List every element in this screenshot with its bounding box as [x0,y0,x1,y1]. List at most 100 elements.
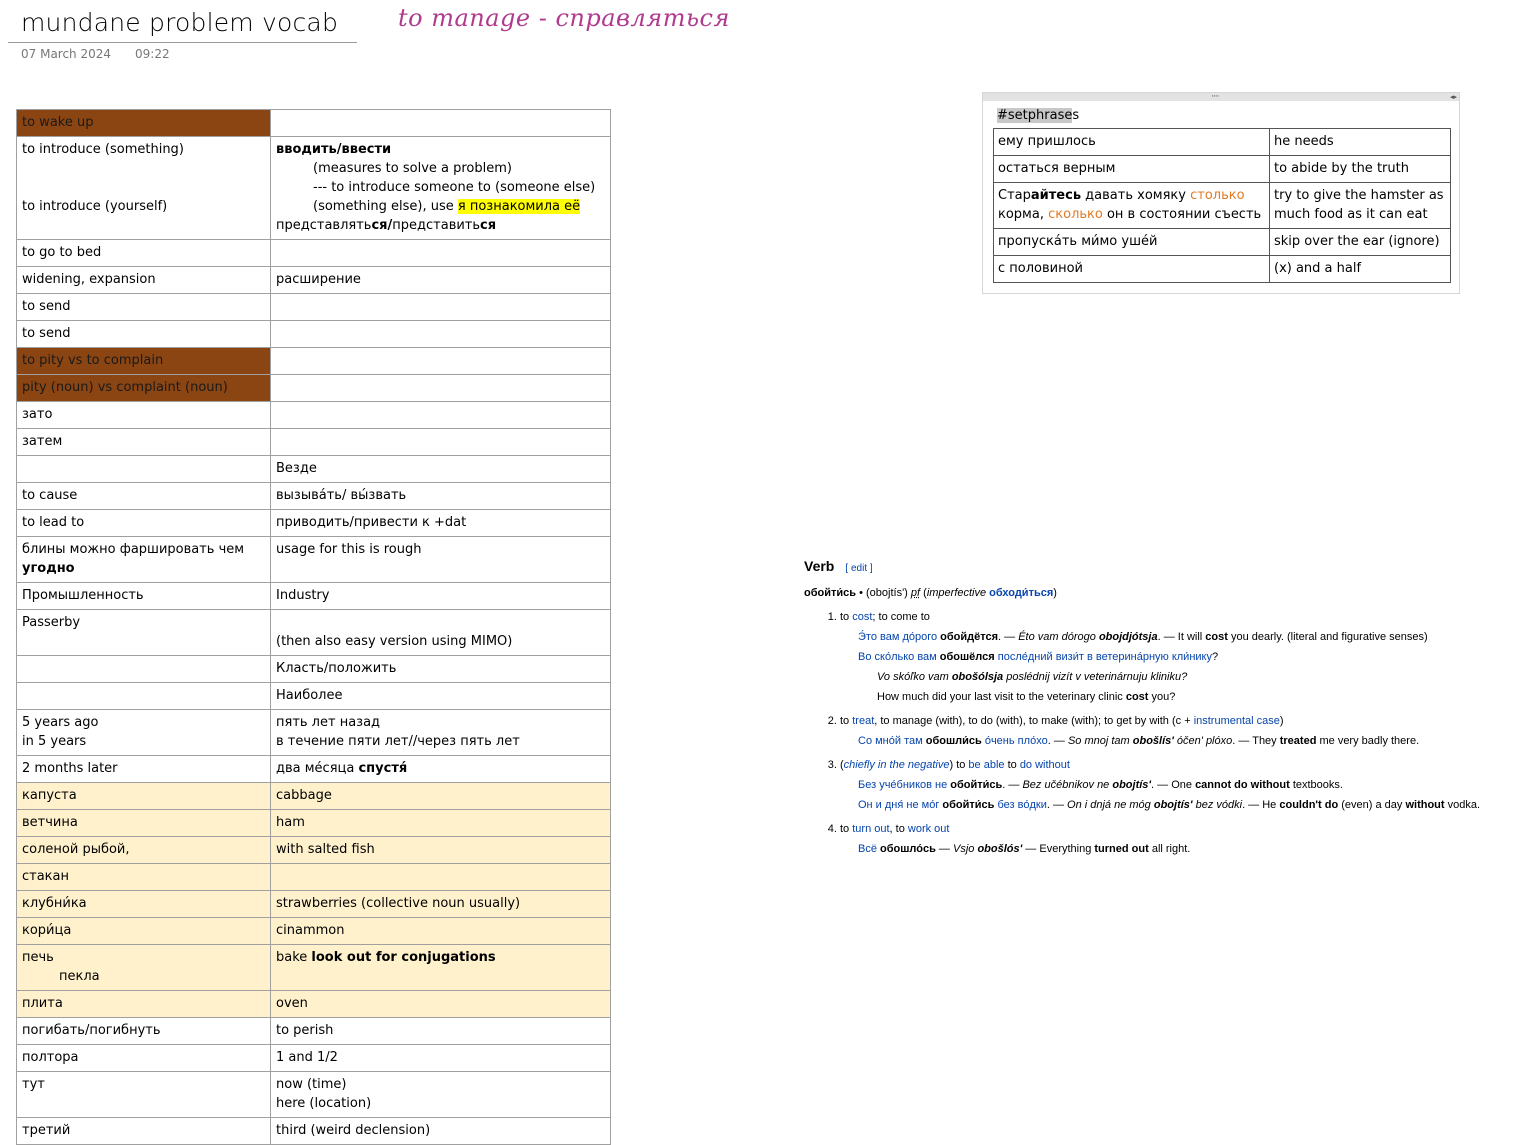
term-cell[interactable]: to lead to [16,509,271,537]
sense-link[interactable]: cost [852,611,872,623]
term-cell[interactable]: to pity vs to complain [16,347,271,375]
definition-cell[interactable]: Наиболее [270,682,611,710]
table-row[interactable]: to lead to приводить/привести к +dat [16,509,611,537]
term-cell[interactable]: зато [16,401,271,429]
table-row[interactable]: pity (noun) vs complaint (noun) [16,374,611,402]
sense-link[interactable]: turn out [852,823,889,835]
definition-cell[interactable]: cinammon [270,917,611,945]
table-row[interactable]: to send [16,320,611,348]
table-row[interactable]: капуста cabbage [16,782,611,810]
container-drag-handle[interactable]: ···· ◂▸ [983,93,1459,102]
phrase-cell[interactable]: ему пришлось [993,128,1270,156]
translation-cell[interactable]: skip over the ear (ignore) [1269,228,1451,256]
translation-cell[interactable]: (x) and a half [1269,255,1451,283]
definition-cell[interactable] [270,374,611,402]
table-row[interactable]: 5 years ago in 5 years пять лет назад в те… [16,709,611,756]
term-cell[interactable]: капуста [16,782,271,810]
definition-cell[interactable] [270,239,611,267]
table-row[interactable]: соленой рыбой, with salted fish [16,836,611,864]
table-row[interactable]: клубни́ка strawberries (collective noun u… [16,890,611,918]
definition-cell[interactable]: with salted fish [270,836,611,864]
table-row[interactable]: to cause вызыва́ть/ вы́звать [16,482,611,510]
translation-cell[interactable]: to abide by the truth [1269,155,1451,183]
definition-cell[interactable]: Класть/положить [270,655,611,683]
sense-link[interactable]: work out [908,823,950,835]
term-cell[interactable]: 2 months later [16,755,271,783]
table-row[interactable]: зато [16,401,611,429]
definition-cell[interactable]: Industry [270,582,611,610]
table-row[interactable]: плита oven [16,990,611,1018]
definition-cell[interactable]: now (time) here (location) [270,1071,611,1118]
definition-cell[interactable]: ham [270,809,611,837]
definition-cell[interactable]: 1 and 1/2 [270,1044,611,1072]
table-row[interactable]: to send [16,293,611,321]
term-cell[interactable]: погибать/погибнуть [16,1017,271,1045]
table-row[interactable]: Промышленность Industry [16,582,611,610]
term-cell[interactable] [16,655,271,683]
table-row[interactable]: печь пекла bake look out for conjugations [16,944,611,991]
definition-cell[interactable]: to perish [270,1017,611,1045]
table-row[interactable]: ему пришлось he needs [993,128,1451,156]
edit-link[interactable]: [ edit ] [845,563,872,574]
term-cell[interactable]: печь пекла [16,944,271,991]
term-cell[interactable]: клубни́ка [16,890,271,918]
definition-cell[interactable]: вызыва́ть/ вы́звать [270,482,611,510]
table-row[interactable]: to go to bed [16,239,611,267]
definition-cell[interactable]: два ме́сяца спустя́ [270,755,611,783]
table-row[interactable]: to wake up [16,109,611,137]
table-row[interactable]: to introduce (something) to introduce (y… [16,136,611,240]
term-cell[interactable]: 5 years ago in 5 years [16,709,271,756]
table-row[interactable]: тут now (time) here (location) [16,1071,611,1118]
term-cell[interactable] [16,455,271,483]
definition-cell[interactable]: strawberries (collective noun usually) [270,890,611,918]
term-cell[interactable]: Passerby [16,609,271,656]
table-row[interactable]: Наиболее [16,682,611,710]
term-cell[interactable]: стакан [16,863,271,891]
table-row[interactable]: пропуска́ть ми́мо уше́й skip over the ear… [993,228,1451,256]
term-cell[interactable]: Промышленность [16,582,271,610]
term-cell[interactable]: to go to bed [16,239,271,267]
term-cell[interactable]: to cause [16,482,271,510]
phrase-cell[interactable]: остаться верным [993,155,1270,183]
table-row[interactable]: Класть/положить [16,655,611,683]
definition-cell[interactable] [270,109,611,137]
definition-cell[interactable]: приводить/привести к +dat [270,509,611,537]
term-cell[interactable]: блины можно фаршировать чем угодно [16,536,271,583]
term-cell[interactable]: полтора [16,1044,271,1072]
sense-link[interactable]: be able [968,759,1004,771]
term-cell[interactable]: widening, expansion [16,266,271,294]
table-row[interactable]: затем [16,428,611,456]
term-cell[interactable]: тут [16,1071,271,1118]
table-row[interactable]: кори́ца cinammon [16,917,611,945]
definition-cell[interactable] [270,428,611,456]
table-row[interactable]: Passerby (then also easy version using M… [16,609,611,656]
term-cell[interactable]: pity (noun) vs complaint (noun) [16,374,271,402]
table-row[interactable]: блины можно фаршировать чем угодно usage … [16,536,611,583]
table-row[interactable]: Старайтесь давать хомяку столько корма, … [993,182,1451,229]
translation-cell[interactable]: he needs [1269,128,1451,156]
term-cell[interactable]: кори́ца [16,917,271,945]
impf-link[interactable]: обходи́ться [989,587,1053,599]
setphrases-table[interactable]: ему пришлось he needs остаться верным to a… [993,128,1451,283]
definition-cell[interactable]: usage for this is rough [270,536,611,583]
definition-cell[interactable]: расширение [270,266,611,294]
table-row[interactable]: полтора 1 and 1/2 [16,1044,611,1072]
term-cell[interactable]: to send [16,320,271,348]
definition-cell[interactable] [270,863,611,891]
sense-link[interactable]: do without [1020,759,1070,771]
setphrases-tag[interactable]: #setphrases [997,108,1079,123]
table-row[interactable]: Везде [16,455,611,483]
definition-cell[interactable]: bake look out for conjugations [270,944,611,991]
grip-icon[interactable]: ···· [1211,93,1220,102]
definition-cell[interactable]: cabbage [270,782,611,810]
definition-cell[interactable] [270,347,611,375]
sense-link[interactable]: instrumental case [1194,715,1280,727]
term-cell[interactable]: затем [16,428,271,456]
sense-link[interactable]: treat [852,715,874,727]
definition-cell[interactable]: (then also easy version using MIMO) [270,609,611,656]
setphrases-container[interactable]: ···· ◂▸ #setphrases ему пришлось he needs… [982,92,1460,294]
term-cell[interactable]: плита [16,990,271,1018]
phrase-cell[interactable]: пропуска́ть ми́мо уше́й [993,228,1270,256]
definition-cell[interactable]: Везде [270,455,611,483]
sense-link[interactable]: chiefly in the negative [844,759,950,771]
